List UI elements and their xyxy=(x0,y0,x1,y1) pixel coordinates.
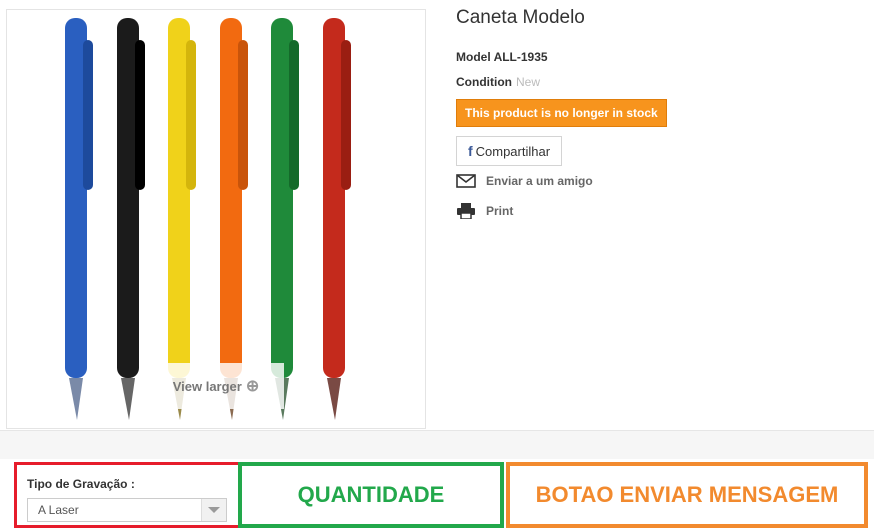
quantity-box[interactable]: QUANTIDADE xyxy=(238,462,504,528)
product-model: Model ALL-1935 xyxy=(456,50,548,64)
out-of-stock-badge: This product is no longer in stock xyxy=(456,99,667,127)
pen-red xyxy=(323,18,351,420)
product-title: Caneta Modelo xyxy=(456,7,585,28)
printer-icon xyxy=(457,203,475,219)
section-divider xyxy=(0,430,874,459)
pen-yellow xyxy=(168,18,196,420)
pen-green xyxy=(271,18,299,420)
model-value: ALL-1935 xyxy=(493,50,548,64)
share-facebook-button[interactable]: f Compartilhar xyxy=(456,136,562,166)
send-to-friend-link[interactable]: Enviar a um amigo xyxy=(456,173,593,189)
engraving-type-label: Tipo de Gravação : xyxy=(27,477,135,491)
engraving-type-box: Tipo de Gravação : A Laser xyxy=(14,462,242,528)
product-condition: Condition New xyxy=(456,75,540,89)
send-message-label: BOTAO ENVIAR MENSAGEM xyxy=(535,482,839,507)
pen-orange xyxy=(220,18,248,420)
chevron-down-icon xyxy=(201,499,226,521)
print-link[interactable]: Print xyxy=(456,203,513,219)
condition-label: Condition xyxy=(456,75,512,89)
envelope-icon xyxy=(456,174,476,188)
pen-blue xyxy=(65,18,93,420)
engraving-type-value: A Laser xyxy=(38,503,79,517)
quantity-label: QUANTIDADE xyxy=(297,482,445,507)
pen-black xyxy=(117,18,145,420)
model-label: Model xyxy=(456,50,491,64)
engraving-type-select[interactable]: A Laser xyxy=(27,498,227,522)
product-image[interactable]: View larger ⊕ xyxy=(6,9,426,429)
print-label: Print xyxy=(486,204,514,218)
condition-value: New xyxy=(515,75,540,89)
share-label: Compartilhar xyxy=(475,143,551,159)
zoom-in-icon: ⊕ xyxy=(245,378,260,395)
send-to-friend-label: Enviar a um amigo xyxy=(486,174,593,188)
facebook-icon: f xyxy=(467,143,473,159)
view-larger-label: View larger xyxy=(172,378,242,394)
send-message-button-box[interactable]: BOTAO ENVIAR MENSAGEM xyxy=(506,462,868,528)
view-larger-button[interactable]: View larger ⊕ xyxy=(148,363,284,409)
